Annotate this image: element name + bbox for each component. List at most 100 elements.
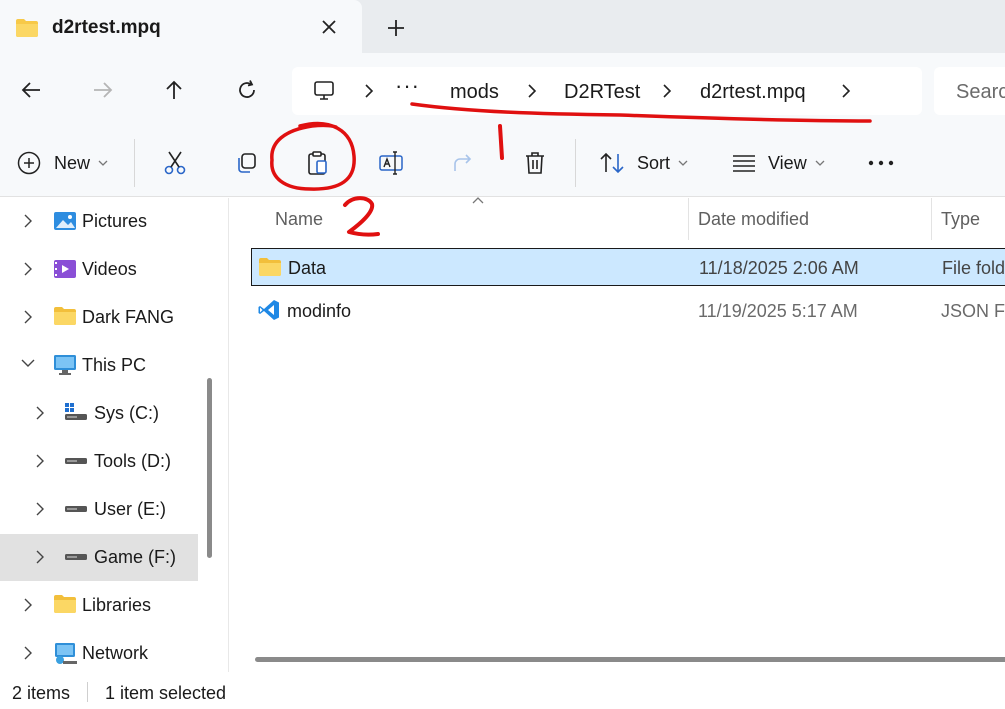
- chevron-right-icon[interactable]: [34, 549, 46, 565]
- refresh-button[interactable]: [232, 75, 262, 105]
- column-label: Type: [941, 209, 981, 229]
- address-row: ··· mods D2RTest d2rtest.mpq Search: [0, 53, 1005, 127]
- nav-item-network[interactable]: Network: [0, 630, 198, 677]
- column-header-type[interactable]: Type: [931, 198, 1005, 240]
- nav-item-this-pc[interactable]: This PC: [0, 342, 198, 389]
- nav-item-label: Dark FANG: [82, 307, 175, 327]
- drive-icon: [65, 458, 87, 464]
- nav-item-sys-c[interactable]: Sys (C:): [0, 390, 198, 437]
- table-row[interactable]: modinfo 11/19/2025 5:17 AM JSON Fil: [251, 292, 1005, 330]
- chevron-right-icon: [663, 84, 672, 98]
- chevron-down-icon[interactable]: [20, 357, 36, 369]
- copy-button[interactable]: [234, 149, 258, 177]
- search-input[interactable]: Search: [934, 67, 1005, 115]
- nav-item-label: Network: [82, 643, 149, 663]
- share-button[interactable]: [451, 149, 475, 177]
- chevron-right-icon[interactable]: [22, 309, 34, 325]
- nav-item-user-e[interactable]: User (E:): [0, 486, 198, 533]
- navigation-pane: Pictures Videos Dark FANG This PC Sys (C…: [0, 198, 228, 672]
- nav-item-game-f[interactable]: Game (F:): [0, 534, 198, 581]
- sort-label: Sort: [637, 152, 671, 173]
- tab-strip: d2rtest.mpq: [0, 0, 1005, 53]
- file-type: File fold: [942, 258, 1005, 278]
- chevron-right-icon[interactable]: [838, 82, 854, 100]
- windows-drive-icon: [65, 403, 87, 420]
- up-arrow-icon: [166, 80, 182, 99]
- nav-item-label: Sys (C:): [94, 403, 159, 423]
- column-label: Name: [275, 209, 324, 229]
- refresh-icon: [239, 80, 255, 98]
- forward-button[interactable]: [88, 75, 118, 105]
- up-button[interactable]: [159, 75, 189, 105]
- address-bar[interactable]: ··· mods D2RTest d2rtest.mpq: [292, 67, 922, 115]
- videos-icon: [54, 260, 76, 278]
- scissors-icon: [164, 151, 186, 175]
- close-icon[interactable]: [318, 16, 340, 38]
- plus-icon[interactable]: [384, 16, 408, 40]
- chevron-down-icon: [98, 160, 108, 166]
- new-label: New: [54, 152, 91, 173]
- vscode-icon: [258, 300, 279, 320]
- command-bar: New Sort View: [0, 127, 1005, 197]
- view-label: View: [768, 152, 807, 173]
- horizontal-scrollbar[interactable]: [255, 657, 1005, 662]
- chevron-right-icon[interactable]: [22, 261, 34, 277]
- breadcrumb-overflow[interactable]: ···: [395, 73, 420, 99]
- paste-icon: [308, 151, 327, 175]
- chevron-right-icon[interactable]: [22, 645, 34, 661]
- search-placeholder: Search: [956, 81, 1005, 103]
- selection-count: 1 item selected: [105, 683, 227, 703]
- nav-item-pictures[interactable]: Pictures: [0, 198, 198, 245]
- file-name: Data: [288, 258, 327, 278]
- divider: [575, 139, 576, 187]
- nav-item-dark-fang[interactable]: Dark FANG: [0, 294, 198, 341]
- pictures-icon: [54, 212, 76, 230]
- nav-item-label: Videos: [82, 259, 137, 279]
- sort-button[interactable]: Sort: [599, 149, 688, 177]
- delete-button[interactable]: [523, 149, 547, 177]
- tab-title: d2rtest.mpq: [52, 17, 161, 38]
- status-bar: 2 items 1 item selected: [0, 672, 1005, 709]
- status-divider: [87, 682, 88, 702]
- file-list: Name Date modified Type Data 11/18/2025 …: [229, 197, 1005, 672]
- breadcrumb-d2rtest-mpq[interactable]: d2rtest.mpq: [700, 81, 806, 104]
- sort-icon: [600, 152, 624, 174]
- nav-item-tools-d[interactable]: Tools (D:): [0, 438, 198, 485]
- nav-item-videos[interactable]: Videos: [0, 246, 198, 293]
- folder-icon: [16, 19, 38, 37]
- rename-button[interactable]: [378, 149, 404, 177]
- computer-icon: [54, 355, 76, 375]
- file-date: 11/19/2025 5:17 AM: [698, 301, 858, 321]
- breadcrumb-d2rtest[interactable]: D2RTest: [564, 81, 640, 104]
- view-button[interactable]: View: [732, 149, 825, 177]
- drive-icon: [65, 554, 87, 560]
- chevron-right-icon[interactable]: [34, 501, 46, 517]
- chevron-down-icon: [678, 160, 688, 166]
- nav-item-label: Pictures: [82, 211, 148, 231]
- more-options-button[interactable]: [867, 149, 895, 177]
- back-arrow-icon: [21, 82, 40, 98]
- chevron-right-icon[interactable]: [34, 405, 46, 421]
- column-header-date[interactable]: Date modified: [688, 198, 931, 240]
- libraries-icon: [54, 595, 76, 613]
- column-header-name[interactable]: Name: [265, 198, 689, 240]
- back-button[interactable]: [16, 75, 46, 105]
- more-icon: [868, 160, 894, 166]
- item-count: 2 items: [12, 683, 71, 703]
- file-type: JSON Fil: [941, 301, 1005, 321]
- computer-icon: [314, 81, 334, 100]
- nav-scrollbar[interactable]: [207, 378, 212, 558]
- divider: [134, 139, 135, 187]
- chevron-right-icon[interactable]: [22, 213, 34, 229]
- paste-button[interactable]: [306, 149, 330, 177]
- chevron-right-icon[interactable]: [22, 597, 34, 613]
- file-date: 11/18/2025 2:06 AM: [699, 258, 859, 278]
- nav-item-libraries[interactable]: Libraries: [0, 582, 198, 629]
- breadcrumb-mods[interactable]: mods: [450, 81, 499, 104]
- network-icon: [55, 643, 77, 664]
- tab-d2rtest[interactable]: d2rtest.mpq: [0, 0, 362, 53]
- table-row[interactable]: Data 11/18/2025 2:06 AM File fold: [251, 248, 1005, 286]
- cut-button[interactable]: [163, 149, 187, 177]
- chevron-right-icon[interactable]: [34, 453, 46, 469]
- new-button[interactable]: New: [16, 149, 108, 177]
